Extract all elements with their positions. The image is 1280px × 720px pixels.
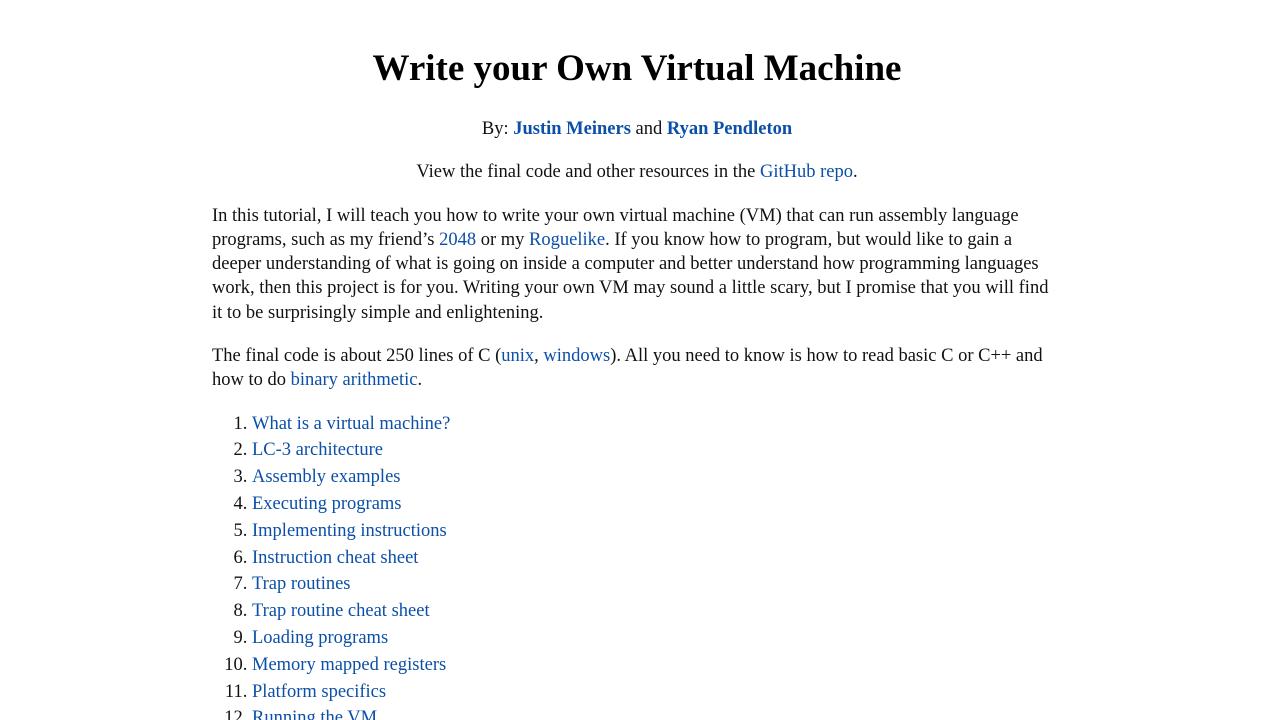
author-link-ryan-pendleton[interactable]: Ryan Pendleton bbox=[667, 119, 792, 139]
link-2048[interactable]: 2048 bbox=[439, 230, 476, 250]
toc-item: Trap routines bbox=[252, 571, 1062, 598]
resources-text: View the final code and other resources … bbox=[416, 162, 760, 183]
toc-item: Memory mapped registers bbox=[252, 652, 1062, 679]
byline-prefix: By: bbox=[481, 119, 514, 139]
toc-link-running-the-vm[interactable]: Running the VM bbox=[252, 708, 377, 720]
toc-link-what-is-a-virtual-machine[interactable]: What is a virtual machine? bbox=[252, 414, 450, 434]
link-binary-arithmetic[interactable]: binary arithmetic bbox=[291, 370, 418, 390]
toc-item: Trap routine cheat sheet bbox=[252, 598, 1062, 625]
code-info-text-1: The final code is about 250 lines of C ( bbox=[212, 346, 502, 367]
toc-link-loading-programs[interactable]: Loading programs bbox=[252, 628, 388, 648]
toc-link-assembly-examples[interactable]: Assembly examples bbox=[252, 467, 401, 487]
toc-item: What is a virtual machine? bbox=[252, 411, 1062, 438]
code-info-paragraph: The final code is about 250 lines of C (… bbox=[212, 344, 1062, 393]
toc-link-platform-specifics[interactable]: Platform specifics bbox=[252, 682, 386, 702]
toc-link-lc3-architecture[interactable]: LC-3 architecture bbox=[252, 440, 383, 460]
toc-item: Loading programs bbox=[252, 625, 1062, 652]
toc-link-executing-programs[interactable]: Executing programs bbox=[252, 494, 402, 514]
link-unix[interactable]: unix bbox=[501, 346, 534, 366]
toc-link-trap-routines[interactable]: Trap routines bbox=[252, 574, 351, 594]
toc-item: Platform specifics bbox=[252, 679, 1062, 706]
byline: By: Justin Meiners and Ryan Pendleton bbox=[212, 117, 1062, 141]
toc-item: Instruction cheat sheet bbox=[252, 545, 1062, 572]
toc-item: LC-3 architecture bbox=[252, 437, 1062, 464]
toc-item: Implementing instructions bbox=[252, 518, 1062, 545]
intro-paragraph: In this tutorial, I will teach you how t… bbox=[212, 204, 1062, 325]
article: Write your Own Virtual Machine By: Justi… bbox=[212, 47, 1062, 720]
resources-line: View the final code and other resources … bbox=[212, 160, 1062, 184]
author-link-justin-meiners[interactable]: Justin Meiners bbox=[513, 119, 631, 139]
toc-link-trap-routine-cheat-sheet[interactable]: Trap routine cheat sheet bbox=[252, 601, 430, 621]
resources-period: . bbox=[852, 162, 858, 183]
toc-item: Executing programs bbox=[252, 491, 1062, 518]
byline-conjunction: and bbox=[630, 119, 667, 139]
toc-link-memory-mapped-registers[interactable]: Memory mapped registers bbox=[252, 655, 446, 675]
github-repo-link[interactable]: GitHub repo bbox=[760, 162, 853, 182]
code-info-text-3: . bbox=[417, 370, 423, 391]
toc-link-instruction-cheat-sheet[interactable]: Instruction cheat sheet bbox=[252, 548, 418, 568]
toc-item: Assembly examples bbox=[252, 464, 1062, 491]
table-of-contents: What is a virtual machine? LC-3 architec… bbox=[212, 411, 1062, 720]
toc-item: Running the VM bbox=[252, 705, 1062, 720]
toc-link-implementing-instructions[interactable]: Implementing instructions bbox=[252, 521, 447, 541]
link-roguelike[interactable]: Roguelike bbox=[529, 230, 605, 250]
page-title: Write your Own Virtual Machine bbox=[372, 48, 902, 89]
link-windows[interactable]: windows bbox=[543, 346, 610, 366]
intro-text-2: or my bbox=[476, 229, 530, 250]
